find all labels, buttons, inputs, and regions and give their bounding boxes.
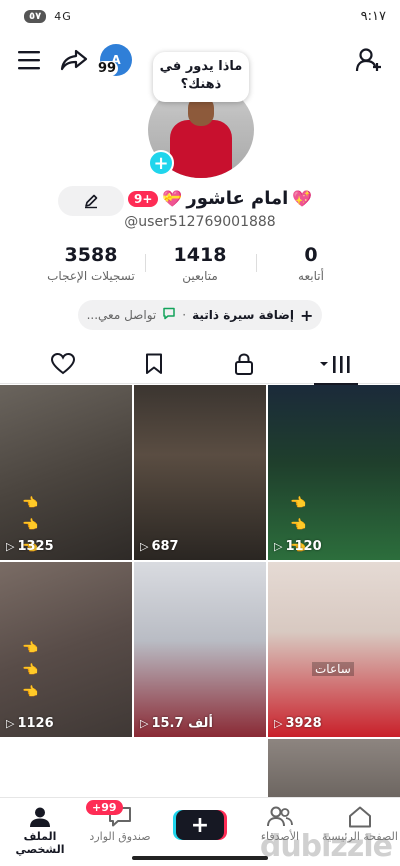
view-count: ▷ 3928 [274,716,322,731]
tab-private[interactable] [194,344,294,384]
view-count: ▷ 1126 [6,716,54,731]
stat-value: 3588 [64,244,118,266]
profile-icon [30,807,50,827]
view-count-value: 3928 [285,716,322,731]
grid-icon [320,356,350,373]
play-icon: ▷ [140,717,149,730]
add-story-icon[interactable]: + [148,150,174,176]
video-thumbnail[interactable]: ▷ 687 [134,385,266,560]
video-thumbnail[interactable]: 👈 👈 👈 ▷ 1120 [268,385,400,560]
status-bar: ٥٧ 4G ٩:١٧ [0,0,400,32]
contact-label: تواصل معي... [86,308,157,322]
play-icon: ▷ [274,540,283,553]
tab-videos[interactable] [286,344,386,385]
home-indicator [132,856,268,860]
share-icon[interactable] [58,46,90,74]
profile-tabs [0,344,400,385]
menu-icon[interactable] [16,46,44,74]
video-thumbnail[interactable]: ساعات ▷ 3928 [268,562,400,737]
stat-followers[interactable]: 1418 متابعين [145,244,255,283]
bottom-navigation: الملف الشخصي +99 صندوق الوارد + الأصدقاء… [0,797,400,866]
view-count: ▷ 687 [140,539,179,554]
bookmark-icon [146,353,162,374]
stat-value: 0 [304,244,318,266]
nav-profile[interactable]: الملف الشخصي [0,804,80,856]
add-bio-button[interactable]: + إضافة سيرة ذاتية · تواصل معي... [78,300,322,330]
add-bio-label: إضافة سيرة ذاتية [192,308,294,322]
stat-following[interactable]: 0 أتابعه [256,244,366,283]
tab-saved[interactable] [104,344,204,384]
avatar-jersey [170,120,232,178]
play-icon: ▷ [140,540,149,553]
story-avatar-badge[interactable]: A 99 [96,44,132,76]
view-count-value: 15.7 ألف [151,716,213,731]
view-count-value: 687 [151,539,179,554]
video-grid: 👈 👈 👈 ▷ 1325 ▷ 687 👈 👈 👈 ▷ 1120 👈 👈 👈 ▷ 1126 ▷ 15.7… [0,385,400,797]
chat-icon [162,307,176,324]
username: @user512769001888 [124,214,276,230]
lock-icon [235,353,253,375]
pencil-icon [85,194,98,209]
stat-value: 1418 [173,244,227,266]
video-thumbnail[interactable]: 👈 👈 👈 ▷ 1325 [0,385,132,560]
bio-separator: · [182,308,187,322]
stat-label: تسجيلات الإعجاب [47,269,135,283]
plus-icon: + [299,305,314,325]
display-name-group: 💖 امام عاشور 💝 +9 [128,188,312,209]
home-icon [349,806,371,828]
view-count-value: 1120 [285,539,322,554]
friends-icon [267,806,293,827]
video-thumbnail[interactable] [268,739,400,797]
view-count: ▷ 15.7 ألف [140,716,213,731]
play-icon: ▷ [6,540,15,553]
view-count-value: 1325 [17,539,54,554]
view-count: ▷ 1325 [6,539,54,554]
create-video-button[interactable]: + [176,810,224,840]
play-icon: ▷ [6,717,15,730]
clock: ٩:١٧ [360,8,386,24]
watermark: dubizzle [259,829,393,864]
video-caption: ساعات [312,662,354,676]
signal-indicator: 4G [54,9,72,23]
edit-profile-button[interactable] [58,186,124,216]
stat-label: متابعين [182,269,218,283]
add-friend-icon[interactable] [354,46,384,74]
name-row: 💖 امام عاشور 💝 +9 [0,186,400,216]
play-icon: ▷ [274,717,283,730]
sticker-icons: 👈 👈 👈 [22,641,39,700]
nav-inbox-label: صندوق الوارد [89,830,151,843]
tab-liked[interactable] [13,344,113,384]
view-count: ▷ 1120 [274,539,322,554]
age-badge: +9 [128,190,159,207]
display-name: امام عاشور [186,188,289,209]
stat-label: أتابعه [298,269,324,283]
view-count-value: 1126 [17,716,54,731]
story-count: 99 [96,61,119,76]
video-thumbnail[interactable]: ▷ 15.7 ألف [134,562,266,737]
stat-likes[interactable]: 3588 تسجيلات الإعجاب [36,244,146,283]
status-bubble[interactable]: ماذا يدور في ذهنك؟ [153,52,249,102]
battery-indicator: ٥٧ [24,9,47,23]
heart-emoji-icon: 💝 [162,189,183,208]
heart-icon [51,353,75,375]
nav-profile-label: الملف الشخصي [15,830,65,856]
video-thumbnail[interactable]: 👈 👈 👈 ▷ 1126 [0,562,132,737]
profile-stats: 3588 تسجيلات الإعجاب 1418 متابعين 0 أتاب… [0,244,400,284]
heart-emoji-icon: 💖 [292,189,313,208]
inbox-badge: +99 [86,800,123,815]
